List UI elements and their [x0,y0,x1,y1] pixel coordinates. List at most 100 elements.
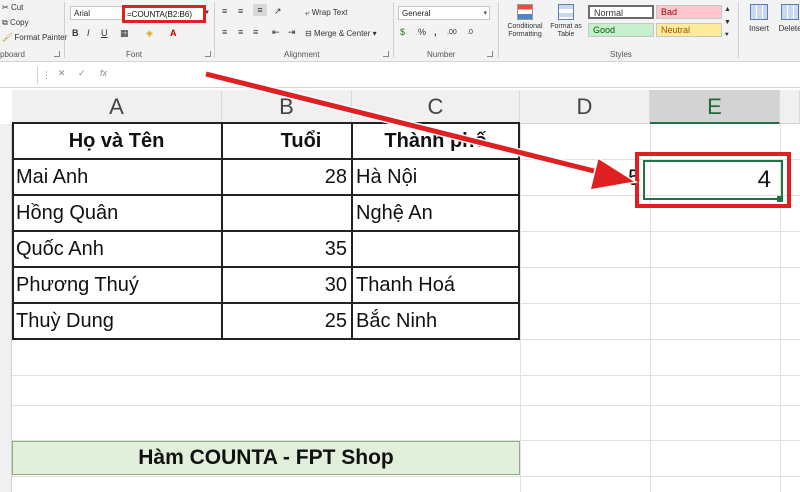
increase-decimal-icon[interactable]: .00 [447,27,457,39]
column-header-e[interactable]: E [650,90,780,124]
chevron-down-icon: ▾ [483,10,487,17]
fill-color-icon[interactable]: ◈ [146,27,153,39]
insert-cells-icon [750,4,768,20]
merge-center-button[interactable]: ⊟ Merge & Center ▾ [305,29,377,38]
copy-icon: ⧉ [2,18,8,27]
align-left-icon[interactable]: ≡ [222,26,227,38]
scissors-icon: ✂ [2,3,9,12]
borders-icon[interactable]: ▦ [120,27,129,39]
insert-function-icon[interactable]: fx [100,68,107,78]
divider [64,2,65,58]
cell-c2[interactable]: Hà Nội [356,159,516,195]
style-normal[interactable]: Normal [588,5,654,19]
styles-more-icon[interactable]: ⯆ [724,30,730,42]
divider [393,2,394,58]
cell-b6[interactable]: 25 [223,303,347,339]
bold-button[interactable]: B [72,27,79,39]
cell-b2[interactable]: 28 [223,159,347,195]
orientation-icon[interactable]: ↗ [274,5,282,17]
column-header-c[interactable]: C [352,90,520,124]
cell-a5[interactable]: Phương Thuý [16,267,216,303]
conditional-formatting-button[interactable]: Conditional Formatting [505,2,545,48]
alignment-launcher-icon[interactable] [383,51,389,57]
style-good[interactable]: Good [588,23,654,37]
clipboard-group-label: pboard [0,50,25,59]
wrap-text-button[interactable]: ⤶ Wrap Text [305,8,347,18]
gridline [520,124,521,492]
formula-bar: ⋮ ✕ ✓ fx [0,62,800,88]
decrease-indent-icon[interactable]: ⇤ [272,26,280,38]
copy-button[interactable]: ⧉ Copy [2,18,29,28]
align-bottom-icon[interactable]: ≡ [253,4,267,16]
styles-scroll-down-icon[interactable]: ▼ [724,17,731,29]
cancel-icon[interactable]: ✕ [58,68,66,79]
cut-button[interactable]: ✂ Cut [2,3,23,12]
table-border [518,122,520,340]
enter-icon[interactable]: ✓ [78,68,86,79]
name-box[interactable] [0,66,38,84]
delete-button[interactable]: Delete [775,2,800,33]
cell-b3[interactable] [223,195,347,231]
comma-style-icon[interactable]: , [434,26,437,38]
cell-c5[interactable]: Thanh Hoá [356,267,516,303]
column-header-f[interactable] [780,90,800,124]
cell-c6[interactable]: Bắc Ninh [356,303,516,339]
cell-b4[interactable]: 35 [223,231,347,267]
more-options-icon[interactable]: ⋮ [42,70,51,81]
header-cell-city[interactable]: Thành phố [353,123,518,159]
cell-a4[interactable]: Quốc Anh [16,231,216,267]
divider [738,2,739,58]
result-highlight-box [635,152,791,208]
cell-a2[interactable]: Mai Anh [16,159,216,195]
styles-scroll-up-icon[interactable]: ▲ [724,4,731,16]
delete-cells-icon [781,4,799,20]
row-header-strip[interactable] [0,124,12,492]
cell-a6[interactable]: Thuỳ Dung [16,303,216,339]
align-right-icon[interactable]: ≡ [253,26,258,38]
cell-c3[interactable]: Nghệ An [356,195,516,231]
header-cell-name[interactable]: Họ và Tên [12,123,221,159]
font-color-icon[interactable]: A [170,27,177,39]
cell-c4[interactable] [356,231,516,267]
font-launcher-icon[interactable] [205,51,211,57]
align-middle-icon[interactable]: ≡ [238,5,243,17]
header-cell-age[interactable]: Tuổi [223,123,349,159]
decrease-decimal-icon[interactable]: .0 [467,27,473,39]
formula-highlight[interactable]: =COUNTA(B2:B6) [122,5,206,23]
format-painter-button[interactable]: 🖌 Format Painter [2,33,67,42]
italic-button[interactable]: I [87,27,90,39]
merge-icon: ⊟ [305,29,312,38]
underline-button[interactable]: U [101,27,108,39]
style-neutral[interactable]: Neutral [656,23,722,37]
divider [214,2,215,58]
column-header-b[interactable]: B [222,90,352,124]
wrap-text-icon: ⤶ [305,8,310,17]
cell-b5[interactable]: 30 [223,267,347,303]
align-center-icon[interactable]: ≡ [238,26,243,38]
chevron-down-icon: ▾ [372,29,377,38]
number-launcher-icon[interactable] [487,51,493,57]
formula-input[interactable] [120,65,800,85]
gridline [12,405,800,406]
format-table-icon [558,4,574,20]
cell-a3[interactable]: Hồng Quân [16,195,216,231]
insert-button[interactable]: Insert [745,2,773,33]
column-header-a[interactable]: A [12,90,222,124]
footer-title-band: Hàm COUNTA - FPT Shop [12,441,520,475]
clipboard-launcher-icon[interactable] [54,51,60,57]
font-group-label: Font [126,50,143,59]
column-header-d[interactable]: D [520,90,650,124]
currency-icon[interactable]: $ [400,26,405,38]
styles-group-label: Styles [610,50,632,59]
align-top-icon[interactable]: ≡ [222,5,227,17]
number-format-select[interactable]: General ▾ [398,6,490,20]
percent-icon[interactable]: % [418,26,426,38]
conditional-formatting-icon [517,4,533,20]
format-as-table-button[interactable]: Format as Table [548,2,584,48]
style-bad[interactable]: Bad [656,5,722,19]
number-group-label: Number [427,50,456,59]
paintbrush-icon: 🖌 [2,33,13,42]
fill-handle[interactable] [777,196,783,202]
increase-indent-icon[interactable]: ⇥ [288,26,296,38]
alignment-group-label: Alignment [284,50,320,59]
